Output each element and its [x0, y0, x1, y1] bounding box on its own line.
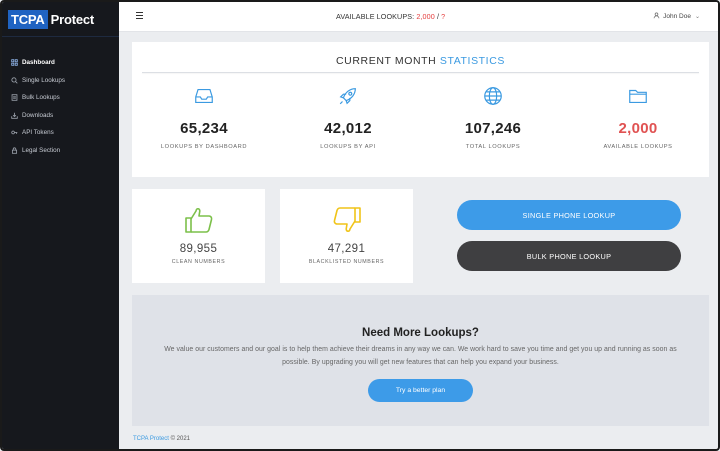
- document-icon: [10, 94, 18, 102]
- clean-numbers-card: 89,955 CLEAN NUMBERS: [132, 189, 265, 283]
- stat-value: 107,246: [464, 120, 522, 137]
- user-name: John Doe: [663, 13, 691, 20]
- folder-icon: [629, 89, 647, 104]
- rocket-icon: [339, 88, 356, 105]
- blacklisted-numbers-value: 47,291: [327, 243, 366, 255]
- sidebar-item-label: Dashboard: [22, 59, 55, 67]
- bulk-phone-lookup-button[interactable]: BULK PHONE LOOKUP: [457, 241, 681, 271]
- download-icon: [10, 111, 18, 119]
- stat-label: TOTAL LOOKUPS: [465, 144, 521, 150]
- thumbs-down-icon: [333, 207, 361, 233]
- upgrade-banner: Need More Lookups? We value our customer…: [132, 295, 709, 426]
- clean-numbers-value: 89,955: [179, 243, 218, 255]
- blacklisted-numbers-label: BLACKLISTED NUMBERS: [308, 259, 385, 265]
- stat-available-lookups: 2,000 AVAILABLE LOOKUPS: [583, 85, 693, 150]
- stat-lookups-by-api: 42,012 LOOKUPS BY API: [293, 85, 403, 150]
- brand-logo[interactable]: TCPA Protect: [2, 2, 119, 37]
- available-lookups-label: AVAILABLE LOOKUPS:: [336, 12, 415, 21]
- stat-label: LOOKUPS BY DASHBOARD: [160, 144, 248, 150]
- user-icon: [653, 12, 663, 21]
- stat-value: 65,234: [180, 120, 228, 137]
- stats-title: CURRENT MONTH STATISTICS: [132, 55, 709, 67]
- upgrade-title: Need More Lookups?: [362, 327, 479, 339]
- single-phone-lookup-button[interactable]: SINGLE PHONE LOOKUP: [457, 200, 681, 230]
- user-menu[interactable]: John Doe ⌄: [653, 12, 700, 21]
- sidebar-item-api-tokens[interactable]: API Tokens: [2, 124, 119, 142]
- sidebar-nav: Dashboard Single Lookups Bulk Lookups Do…: [2, 54, 119, 159]
- sidebar-item-label: Downloads: [22, 111, 54, 119]
- sidebar-item-label: Single Lookups: [22, 76, 66, 84]
- sidebar-item-bulk-lookups[interactable]: Bulk Lookups: [2, 89, 119, 107]
- monthly-statistics-card: CURRENT MONTH STATISTICS 65,234 LOOKUPS …: [132, 42, 709, 177]
- footer: TCPA Protect © 2021: [133, 436, 190, 442]
- sidebar-item-dashboard[interactable]: Dashboard: [2, 54, 119, 72]
- lock-icon: [10, 146, 18, 154]
- menu-toggle-icon[interactable]: [136, 12, 143, 20]
- try-better-plan-button[interactable]: Try a better plan: [368, 379, 473, 402]
- sidebar-item-label: Legal Section: [22, 146, 61, 154]
- footer-brand-link[interactable]: TCPA Protect: [133, 436, 169, 442]
- app-window: TCPA Protect Dashboard Single Lookups Bu…: [0, 0, 720, 451]
- logo-tcpa: TCPA: [8, 9, 48, 29]
- search-icon: [10, 76, 18, 84]
- clean-numbers-label: CLEAN NUMBERS: [171, 259, 226, 265]
- available-lookups-total: ?: [441, 12, 446, 21]
- stat-value: 2,000: [618, 120, 658, 137]
- footer-copyright: © 2021: [170, 436, 191, 442]
- stats-divider: [142, 72, 699, 73]
- sidebar-item-label: API Tokens: [22, 129, 54, 137]
- logo-protect: Protect: [50, 11, 95, 27]
- stats-title-main: CURRENT MONTH: [335, 55, 437, 67]
- stat-label: AVAILABLE LOOKUPS: [603, 144, 673, 150]
- topbar: AVAILABLE LOOKUPS: 2,000 / ? John Doe ⌄: [119, 2, 718, 32]
- stat-value: 42,012: [324, 120, 372, 137]
- inbox-icon: [195, 88, 213, 104]
- stat-lookups-by-dashboard: 65,234 LOOKUPS BY DASHBOARD: [149, 85, 259, 150]
- sidebar-item-legal-section[interactable]: Legal Section: [2, 142, 119, 160]
- sidebar-item-single-lookups[interactable]: Single Lookups: [2, 72, 119, 90]
- thumbs-up-icon: [184, 207, 212, 233]
- sidebar: TCPA Protect Dashboard Single Lookups Bu…: [2, 2, 119, 449]
- available-lookups-indicator: AVAILABLE LOOKUPS: 2,000 / ?: [336, 12, 445, 21]
- stats-title-accent: STATISTICS: [439, 55, 505, 67]
- blacklisted-numbers-card: 47,291 BLACKLISTED NUMBERS: [280, 189, 413, 283]
- globe-icon: [484, 87, 502, 105]
- available-lookups-value: 2,000: [416, 12, 435, 21]
- upgrade-text: We value our customers and our goal is t…: [164, 346, 677, 366]
- sidebar-item-label: Bulk Lookups: [22, 94, 60, 102]
- stat-label: LOOKUPS BY API: [320, 144, 376, 150]
- chevron-down-icon: ⌄: [694, 14, 700, 20]
- stat-total-lookups: 107,246 TOTAL LOOKUPS: [438, 85, 548, 150]
- key-icon: [10, 129, 18, 137]
- sidebar-item-downloads[interactable]: Downloads: [2, 107, 119, 125]
- grid-icon: [10, 59, 18, 67]
